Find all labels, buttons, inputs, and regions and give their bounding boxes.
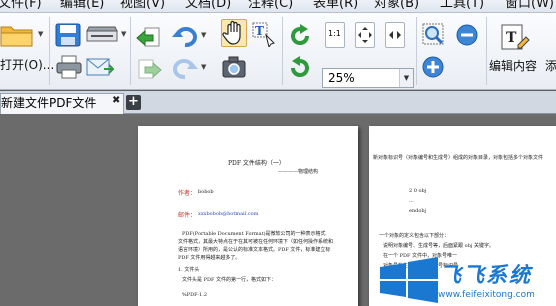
- body-line: 2 0 obj: [409, 188, 427, 194]
- section-heading: 1. 文件头: [178, 267, 200, 273]
- chevron-down-icon[interactable]: ▼: [399, 69, 413, 87]
- edit-content-label[interactable]: 编辑内容: [489, 57, 537, 74]
- menu-view[interactable]: 视图(V): [120, 0, 165, 12]
- rotate-counterclockwise-icon[interactable]: [287, 55, 313, 81]
- fit-page-icon: [358, 27, 372, 43]
- body-line: 说明对象编号、生成号等，后面紧跟 obj 关键字。: [383, 243, 494, 249]
- document-tab-bar: 新建文件PDF文件 ✖ +: [0, 91, 556, 114]
- scanner-icon[interactable]: [85, 23, 119, 45]
- fit-width-icon: [389, 31, 401, 39]
- previous-view-icon[interactable]: [136, 27, 162, 49]
- print-icon[interactable]: [56, 55, 82, 79]
- menu-object[interactable]: 对象(B): [374, 0, 419, 12]
- next-view-icon[interactable]: [136, 59, 162, 81]
- undo-icon[interactable]: [171, 25, 199, 47]
- fit-width-button[interactable]: [385, 22, 405, 48]
- page-title: PDF 文件结构（一）: [228, 160, 285, 167]
- menu-edit[interactable]: 编辑(E): [60, 0, 104, 12]
- watermark-title: 飞飞系统: [440, 263, 532, 287]
- body-line: endobj: [409, 208, 427, 214]
- toolbar-separator: [130, 17, 131, 85]
- rotate-clockwise-icon[interactable]: [287, 23, 313, 49]
- author-name: bobob: [198, 189, 214, 195]
- menu-comment[interactable]: 注释(C): [248, 0, 293, 12]
- menu-window[interactable]: 窗口(W): [505, 0, 554, 12]
- section-body: 文件头是 PDF 文件的第一行，格式如下：: [182, 277, 277, 283]
- tab-document[interactable]: 新建文件PDF文件: [0, 93, 124, 114]
- body-line: 一个对象的定义包含以下部分：: [379, 233, 450, 239]
- author-label: 作者：: [178, 190, 197, 197]
- watermark-url: www.feifeixitong.com: [438, 290, 535, 300]
- body-line: 语言环境）所用的，是公认的标准文本格式。PDF 文件，标准建立标: [178, 247, 331, 253]
- body-line: 文件格式，其最大特点在于在其可被在任何环境下（如任何操作系统和: [178, 239, 334, 245]
- zoom-value: 25%: [328, 71, 355, 85]
- add-tab-icon[interactable]: +: [126, 95, 141, 110]
- marquee-zoom-icon[interactable]: [421, 22, 447, 48]
- save-icon[interactable]: [55, 23, 81, 47]
- chevron-down-icon[interactable]: ▼: [201, 31, 206, 39]
- menu-document[interactable]: 文档(D): [185, 0, 231, 12]
- email-label: 邮件：: [178, 212, 197, 219]
- close-icon[interactable]: ✖: [112, 95, 120, 106]
- toolbar-separator: [282, 17, 283, 85]
- edit-content-icon[interactable]: T: [500, 23, 530, 53]
- hand-icon: [222, 20, 241, 45]
- actual-size-button[interactable]: 1:1: [325, 22, 345, 48]
- zoom-out-icon[interactable]: [455, 23, 479, 47]
- open-label[interactable]: 打开(O)...: [0, 56, 54, 73]
- zoom-select[interactable]: 25% ▼: [322, 68, 414, 88]
- open-folder-icon[interactable]: [0, 22, 34, 48]
- menu-bar: 文件(F) 编辑(E) 视图(V) 文档(D) 注释(C) 表单(R) 对象(B…: [0, 0, 556, 13]
- redo-icon[interactable]: [171, 57, 199, 79]
- select-text-icon[interactable]: T: [251, 21, 277, 47]
- page-subtitle: ————物理结构: [278, 169, 319, 175]
- body-line: 新对象标识号（对象编号和生成号）组成的对象目录，对象包括多个对象文件: [373, 155, 544, 161]
- pdf-page-1[interactable]: PDF 文件结构（一） ————物理结构 作者： bobob 邮件： xxxbo…: [138, 126, 358, 306]
- svg-text:T: T: [255, 24, 264, 38]
- main-toolbar: 打开(O)... ▼ ▼ ▼ ▼ T 1:1 25% ▼ T 编辑内容 添: [0, 13, 556, 90]
- email-icon[interactable]: [86, 55, 114, 79]
- hand-tool-button[interactable]: [221, 19, 247, 47]
- zoom-in-icon[interactable]: [421, 55, 445, 79]
- body-line: ...: [409, 198, 414, 204]
- add-label[interactable]: 添: [545, 57, 556, 74]
- menu-file[interactable]: 文件(F): [0, 0, 42, 12]
- actual-size-text: 1:1: [328, 29, 341, 38]
- body-line: PDF(Portable Document Format)是微软公司的一种表示格…: [182, 231, 326, 237]
- chevron-down-icon[interactable]: ▼: [38, 30, 43, 38]
- email-link[interactable]: xxxbobob@hotmail.com: [198, 211, 258, 217]
- fit-page-button[interactable]: [355, 22, 375, 48]
- tab-label: 新建文件PDF文件: [1, 96, 97, 110]
- chevron-down-icon[interactable]: ▼: [121, 30, 126, 38]
- toolbar-separator: [416, 17, 417, 85]
- version-line: %PDF-1.2: [182, 292, 208, 298]
- menu-form[interactable]: 表单(R): [313, 0, 358, 12]
- chevron-down-icon[interactable]: ▼: [201, 63, 206, 71]
- toolbar-separator: [486, 17, 487, 85]
- snapshot-camera-icon[interactable]: [221, 55, 247, 79]
- svg-text:T: T: [506, 30, 517, 46]
- body-line: PDF 文件用得越来越多了。: [178, 255, 241, 261]
- toolbar-separator: [49, 17, 50, 85]
- menu-tools[interactable]: 工具(T): [440, 0, 484, 12]
